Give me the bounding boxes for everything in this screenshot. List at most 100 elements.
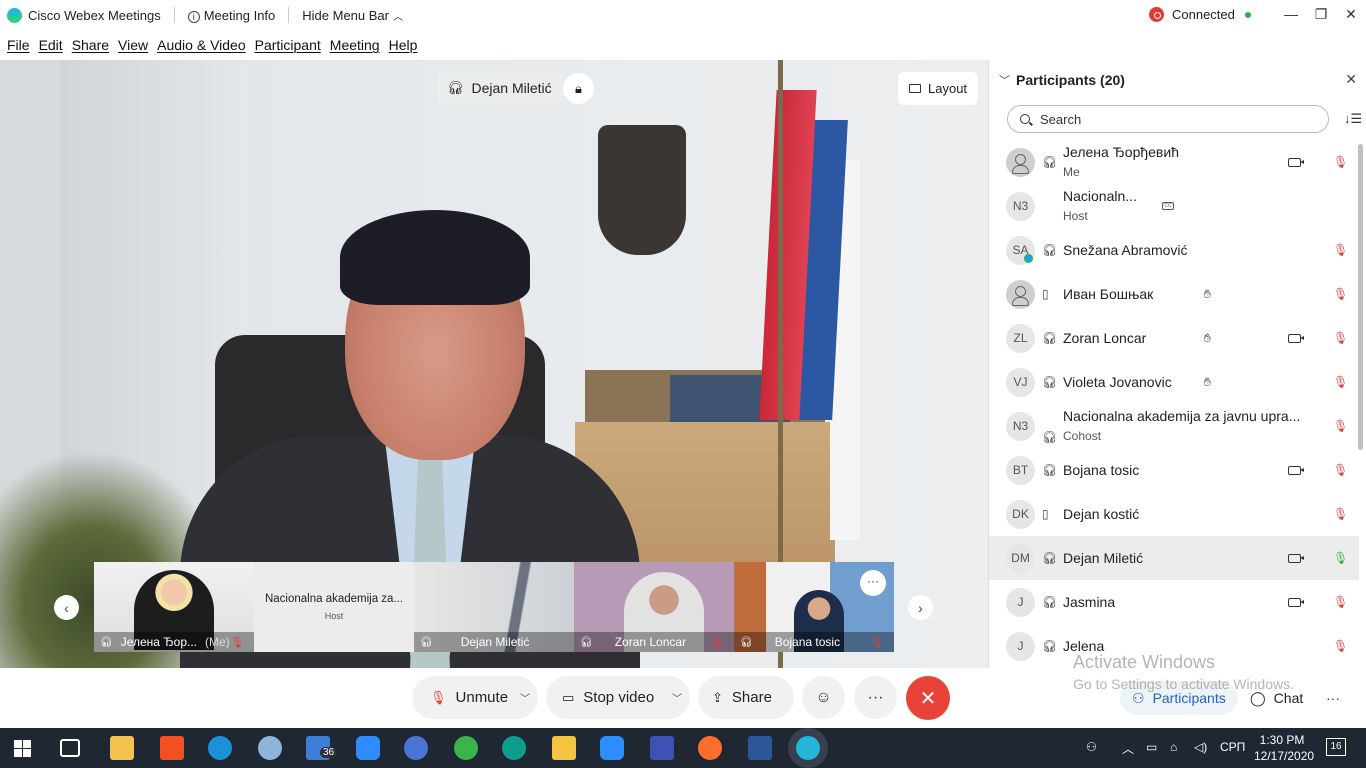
menu-file[interactable]: File	[7, 37, 30, 53]
menu-help[interactable]: Help	[389, 37, 418, 53]
list-item[interactable]: VJ 🎧︎ Violeta Jovanovic ✋︎ 🎙︎	[989, 360, 1359, 404]
lock-speaker-button[interactable]: 🔒︎	[563, 73, 594, 104]
chrome-icon[interactable]	[404, 736, 428, 760]
webex-active-icon[interactable]	[796, 736, 820, 760]
avatar: DK	[1006, 499, 1035, 529]
folder-icon[interactable]	[552, 736, 576, 760]
thumbnails-next-button[interactable]: ›	[908, 595, 933, 620]
battery-icon[interactable]: ▭	[1146, 740, 1157, 754]
presence-status-icon	[1024, 254, 1033, 263]
chevron-down-icon[interactable]: ﹀	[672, 690, 682, 705]
minimize-button[interactable]: —	[1276, 0, 1306, 30]
participant-name: Иван Бошњак	[1063, 286, 1154, 302]
volume-icon[interactable]: ◁)	[1194, 740, 1207, 754]
participant-search-input[interactable]: Search	[1007, 105, 1329, 133]
menu-view[interactable]: View	[118, 37, 148, 53]
chevron-up-icon[interactable]: ︿	[1122, 740, 1134, 757]
zoom-icon[interactable]	[600, 736, 624, 760]
mic-muted-icon[interactable]: 🎙︎	[1333, 287, 1348, 301]
menu-audio-video[interactable]: Audio & Video	[157, 37, 245, 53]
more-options-button[interactable]: ···	[860, 570, 886, 596]
list-item[interactable]: J 🎧︎ Jasmina 🎙︎	[989, 580, 1359, 624]
participant-list-scrollbar[interactable]	[1358, 144, 1363, 450]
list-item[interactable]: DK ▯ Dejan kostić 🎙︎	[989, 492, 1359, 536]
collapse-chevron-icon[interactable]: ﹀	[999, 72, 1010, 88]
internet-explorer-icon[interactable]	[208, 736, 232, 760]
active-speaker-video[interactable]: 🎧︎ Dejan Miletić 🔒︎ Layout ‹ › 🎧︎ Јелена…	[0, 60, 988, 668]
list-item[interactable]: N3 🎧︎ Nacionalna akademija za javnu upra…	[989, 404, 1359, 448]
chevron-down-icon[interactable]: ﹀	[520, 690, 530, 705]
stop-video-button[interactable]: ▭ Stop video ﹀	[546, 676, 690, 719]
task-view-icon[interactable]	[60, 739, 80, 757]
participant-role: Cohost	[1063, 429, 1102, 443]
notifications-button[interactable]: 16	[1326, 738, 1346, 756]
firefox-icon[interactable]	[698, 736, 722, 760]
word-icon[interactable]	[748, 736, 772, 760]
clock[interactable]: 1:30 PM 12/17/2020	[1254, 732, 1314, 764]
menu-meeting[interactable]: Meeting	[330, 37, 380, 53]
windows-start-icon[interactable]	[14, 740, 31, 757]
list-item[interactable]: N3 Nacionaln... Host CC	[989, 184, 1359, 228]
people-icon[interactable]: ⚇	[1086, 740, 1097, 754]
avatar: N3	[1006, 411, 1035, 441]
unmute-button[interactable]: 🎙︎ Unmute ﹀	[412, 676, 538, 719]
mic-muted-icon[interactable]: 🎙︎	[1333, 419, 1348, 433]
chevron-left-icon: ‹	[64, 599, 69, 616]
more-panels-button[interactable]: ···	[1314, 681, 1352, 715]
mic-muted-icon[interactable]: 🎙︎	[1333, 639, 1348, 653]
list-item[interactable]: 🎧︎ Јелена Ђорђевић Me 🎙︎	[989, 140, 1359, 184]
connection-dot-icon	[1244, 11, 1251, 18]
edge-icon[interactable]	[502, 736, 526, 760]
thumbnails-prev-button[interactable]: ‹	[54, 595, 79, 620]
menu-participant[interactable]: Participant	[255, 37, 321, 53]
list-item[interactable]: J 🎧︎ Jelena 🎙︎	[989, 624, 1359, 668]
mic-muted-icon[interactable]: 🎙︎	[1333, 507, 1348, 521]
share-button[interactable]: ⇪ Share	[698, 676, 794, 719]
network-icon[interactable]: ⌂	[1170, 740, 1177, 754]
reactions-button[interactable]: ☺	[802, 676, 845, 719]
participant-name: Dejan Miletić	[1063, 550, 1144, 566]
layout-button[interactable]: Layout	[898, 72, 979, 105]
file-explorer-icon[interactable]	[110, 736, 134, 760]
thumbnail-me[interactable]: 🎧︎ Јелена Ђор... (Me) 🎙︎	[94, 562, 254, 652]
close-window-button[interactable]: ✕	[1336, 0, 1366, 30]
language-indicator[interactable]: СРП	[1220, 740, 1245, 754]
participant-name: Dejan kostić	[1063, 506, 1140, 522]
list-item[interactable]: DM 🎧︎ Dejan Miletić 🎙︎	[989, 536, 1359, 580]
mic-muted-icon[interactable]: 🎙︎	[1333, 463, 1348, 477]
menu-share[interactable]: Share	[72, 37, 109, 53]
thumbnail-host[interactable]: Nacionalna akademija za... Host	[254, 562, 414, 652]
thumbnail-zoran-loncar[interactable]: 🎧︎ Zoran Loncar 🎙︎	[574, 562, 734, 652]
app-title: Cisco Webex Meetings	[28, 7, 161, 23]
close-panel-icon[interactable]: ✕	[1345, 71, 1357, 88]
network-app-icon[interactable]	[258, 736, 282, 760]
end-meeting-button[interactable]: ✕	[906, 676, 950, 720]
more-options-button[interactable]: ···	[854, 676, 897, 719]
mic-muted-icon[interactable]: 🎙︎	[1333, 331, 1348, 345]
teamviewer-icon[interactable]	[356, 736, 380, 760]
list-item[interactable]: BT 🎧︎ Bojana tosic 🎙︎	[989, 448, 1359, 492]
list-item[interactable]: ZL 🎧︎ Zoran Loncar ✋︎ 🎙︎	[989, 316, 1359, 360]
save-app-icon[interactable]	[650, 736, 674, 760]
mic-muted-icon[interactable]: 🎙︎	[1333, 155, 1348, 169]
list-item[interactable]: ▯ Иван Бошњак ✋︎ 🎙︎	[989, 272, 1359, 316]
tab-participants[interactable]: ⚇ Participants	[1120, 681, 1238, 715]
mic-muted-icon[interactable]: 🎙︎	[1333, 595, 1348, 609]
hide-menu-bar-button[interactable]: Hide Menu Bar ︿	[302, 8, 403, 23]
thumbnail-dejan-miletic[interactable]: 🎧︎ Dejan Miletić	[414, 562, 574, 652]
list-item[interactable]: SA 🎧︎ Snežana Abramović 🎙︎	[989, 228, 1359, 272]
store-icon[interactable]	[160, 736, 184, 760]
thumbnail-bojana-tosic[interactable]: ··· 🎧︎ Bojana tosic 🎙︎	[734, 562, 894, 652]
mic-muted-icon[interactable]: 🎙︎	[1333, 375, 1348, 389]
restore-button[interactable]: ❐	[1306, 0, 1336, 30]
webex-taskbar-icon[interactable]	[454, 736, 478, 760]
sort-icon[interactable]: ↓☰	[1344, 111, 1362, 127]
meeting-info-button[interactable]: i Meeting Info	[187, 8, 275, 23]
mic-active-icon[interactable]: 🎙︎	[1333, 551, 1348, 565]
avatar: J	[1006, 631, 1035, 661]
tab-chat[interactable]: ◯ Chat	[1238, 681, 1315, 715]
menu-edit[interactable]: Edit	[39, 37, 63, 53]
mic-muted-icon[interactable]: 🎙︎	[1333, 243, 1348, 257]
participants-panel: ﹀ Participants (20) ✕ Search ↓☰ 🎧︎ Јелен…	[988, 60, 1366, 668]
video-thumbnail-strip: 🎧︎ Јелена Ђор... (Me) 🎙︎ Nacionalna akad…	[94, 562, 894, 652]
